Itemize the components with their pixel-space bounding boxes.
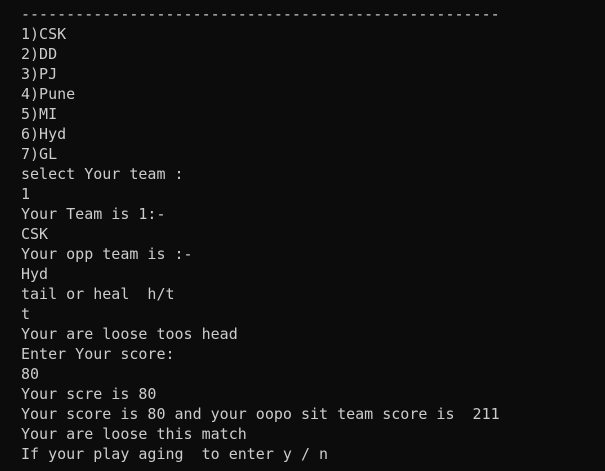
your-team-label: Your Team is 1:- <box>21 205 166 223</box>
play-again-prompt: If your play aging to enter y / n <box>21 445 329 463</box>
score-prompt: Enter Your score: <box>21 345 175 363</box>
toss-prompt: tail or heal h/t <box>21 285 175 303</box>
your-team-value: CSK <box>21 225 49 243</box>
separator-line: ----------------------------------------… <box>21 5 500 23</box>
team-option-pj: 3)PJ <box>21 65 58 83</box>
team-option-mi: 5)MI <box>21 105 58 123</box>
score-echo: Your scre is 80 <box>21 385 157 403</box>
team-option-dd: 2)DD <box>21 45 58 63</box>
score-input: 80 <box>21 365 40 383</box>
console-window[interactable]: ----------------------------------------… <box>0 0 605 471</box>
opp-team-label: Your opp team is :- <box>21 245 193 263</box>
toss-input: t <box>21 305 31 323</box>
team-option-hyd: 6)Hyd <box>21 125 67 143</box>
opp-team-value: Hyd <box>21 265 49 283</box>
score-comparison: Your score is 80 and your oopo sit team … <box>21 405 500 423</box>
team-option-pune: 4)Pune <box>21 85 76 103</box>
team-option-gl: 7)GL <box>21 145 58 163</box>
team-selection-input: 1 <box>21 185 31 203</box>
toss-result: Your are loose toos head <box>21 325 238 343</box>
select-team-prompt: select Your team : <box>21 165 184 183</box>
match-result: Your are loose this match <box>21 425 247 443</box>
team-option-csk: 1)CSK <box>21 25 67 43</box>
